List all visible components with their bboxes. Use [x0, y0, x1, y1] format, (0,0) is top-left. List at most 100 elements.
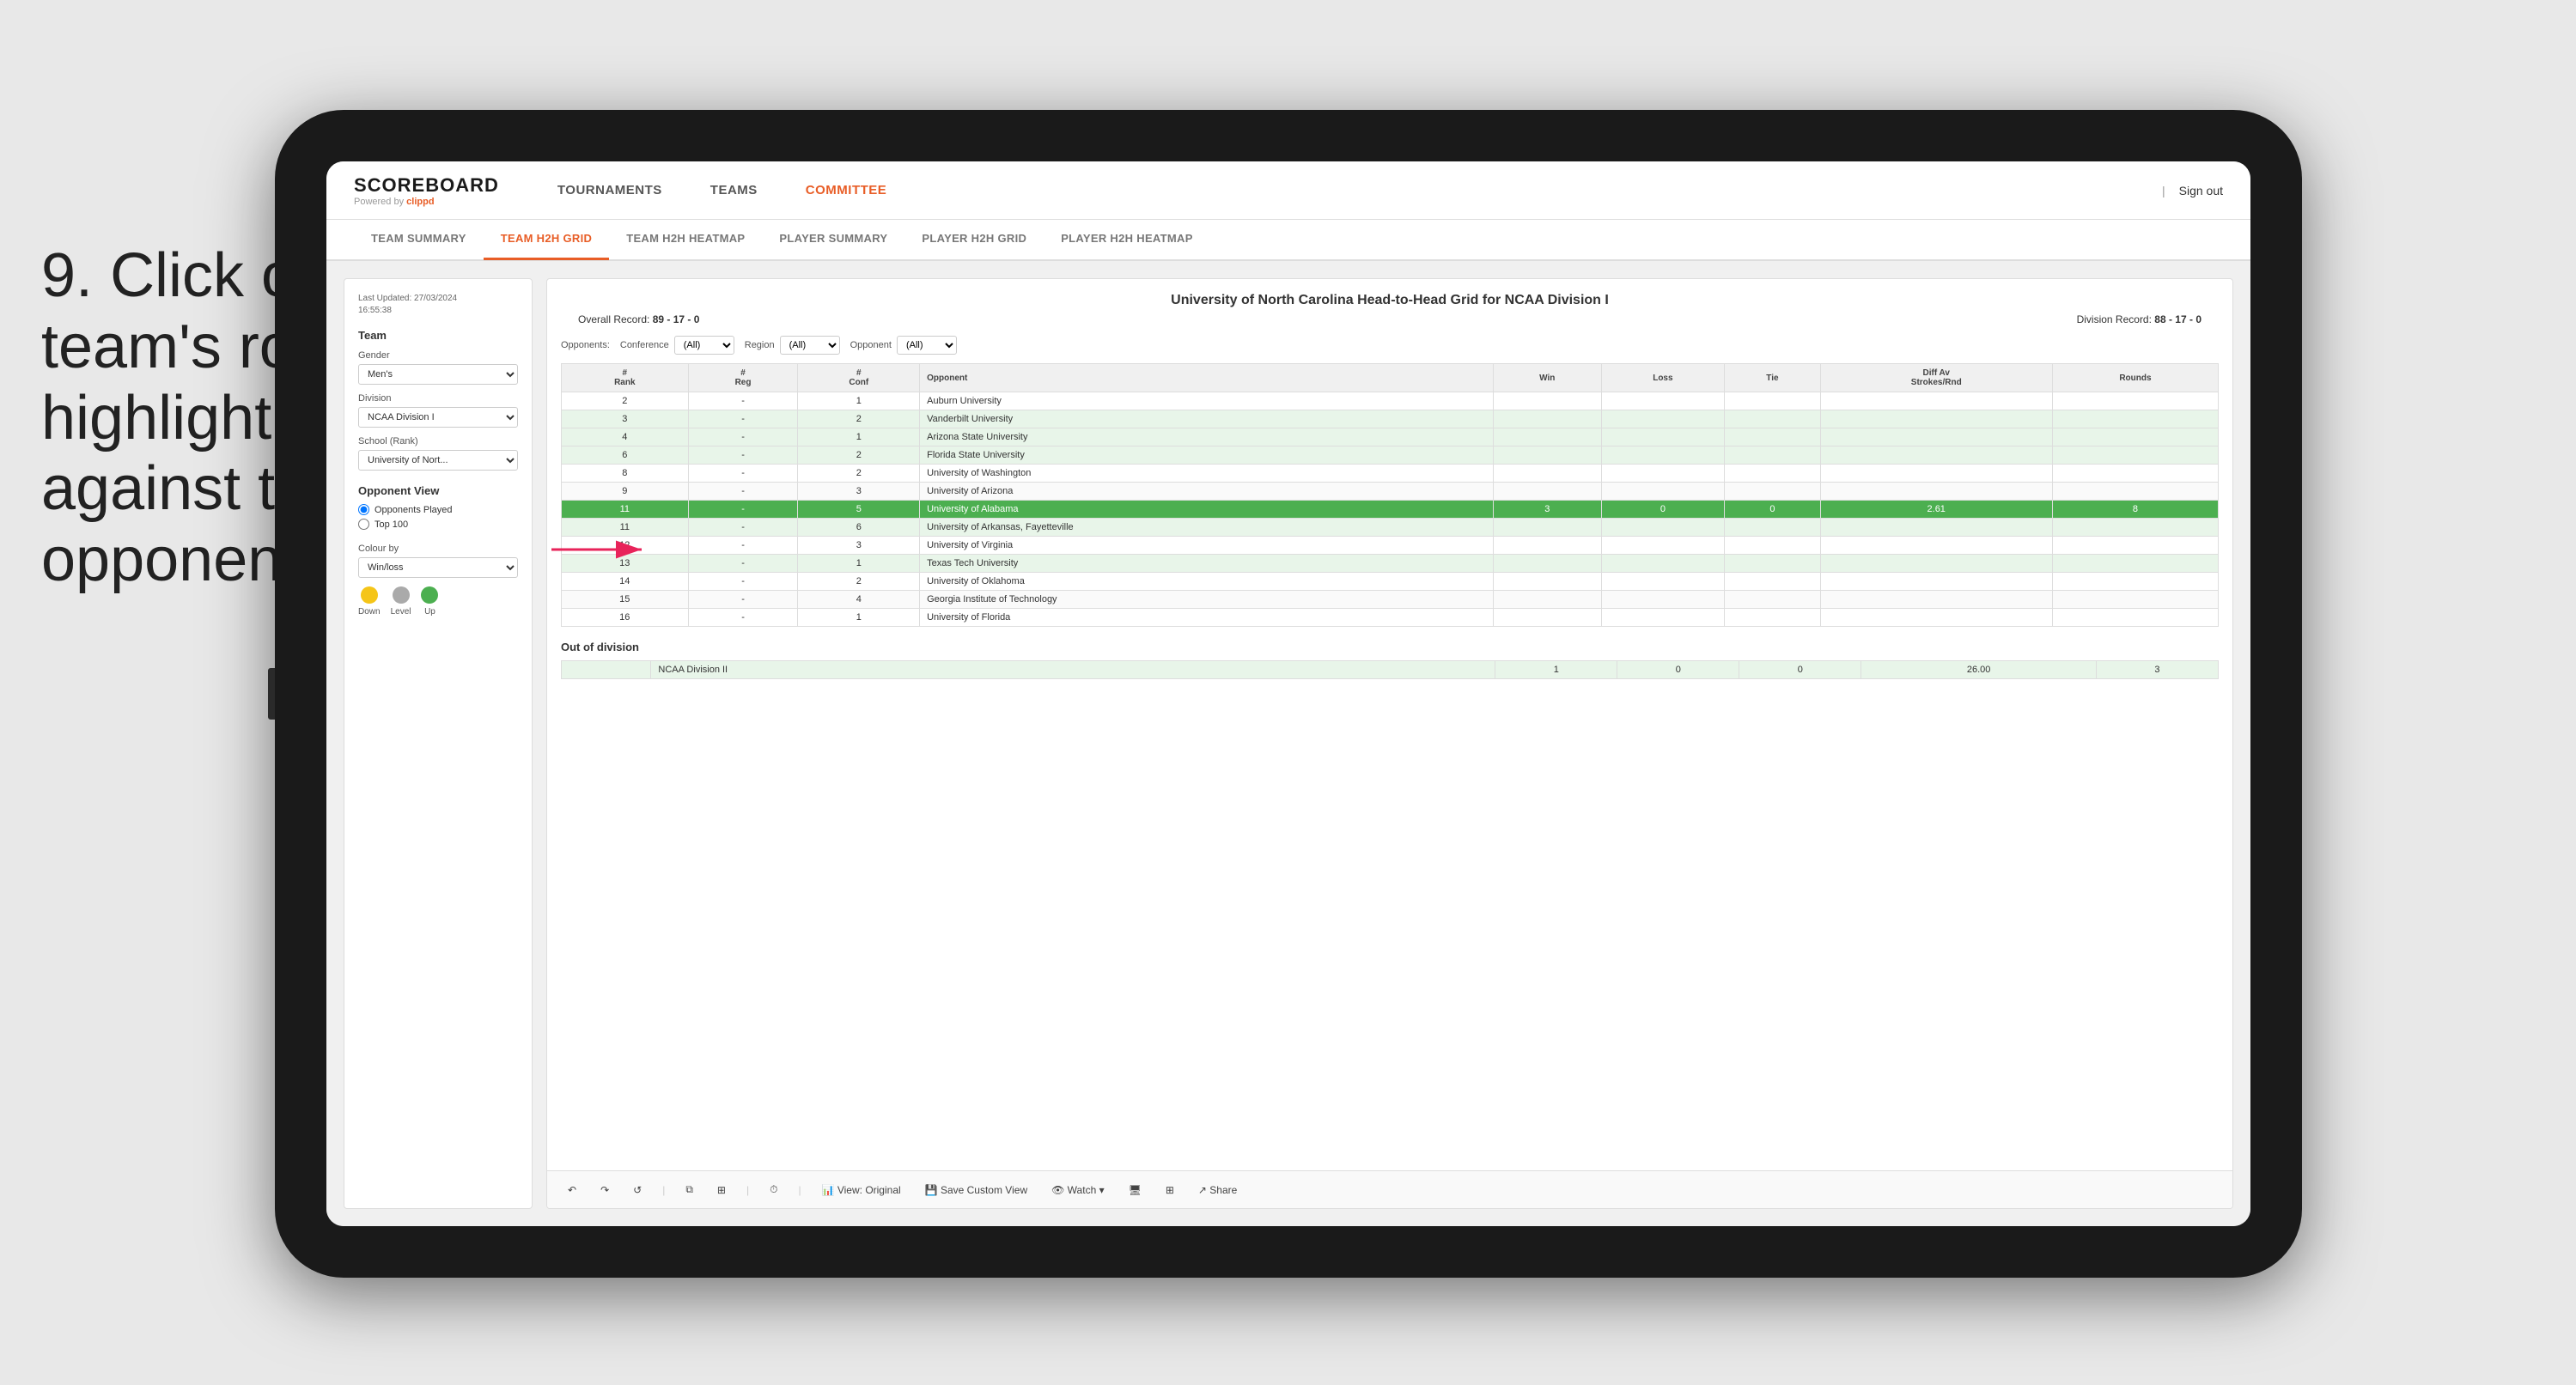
table-cell [2052, 483, 2218, 501]
table-row[interactable]: 11-6University of Arkansas, Fayetteville [562, 519, 2219, 537]
table-cell: 16 [562, 609, 689, 627]
copy-btn[interactable]: ⧉ [679, 1180, 700, 1200]
table-row[interactable]: 6-2Florida State University [562, 446, 2219, 465]
table-cell [2052, 410, 2218, 428]
opponents-played-radio[interactable] [358, 504, 369, 515]
watch-btn[interactable]: 👁 Watch ▾ [1044, 1181, 1111, 1200]
opponent-filter-label: Opponent [850, 340, 892, 350]
table-cell [1725, 609, 1820, 627]
table-row[interactable]: 16-1University of Florida [562, 609, 2219, 627]
conference-filter-select[interactable]: (All) [674, 336, 734, 355]
sub-nav-player-h2h-grid[interactable]: PLAYER H2H GRID [904, 219, 1044, 260]
table-cell [1601, 555, 1725, 573]
top100-option[interactable]: Top 100 [358, 519, 518, 530]
sub-nav-team-h2h-heatmap[interactable]: TEAM H2H HEATMAP [609, 219, 762, 260]
legend-level: Level [391, 586, 411, 617]
h2h-tbody: 2-1Auburn University3-2Vanderbilt Univer… [562, 392, 2219, 627]
tablet-frame: SCOREBOARD Powered by clippd TOURNAMENTS… [275, 110, 2302, 1278]
table-header-row: #Rank #Reg #Conf Opponent Win Loss Tie D… [562, 364, 2219, 392]
reset-btn[interactable]: ↺ [626, 1181, 649, 1200]
undo-btn[interactable]: ↶ [561, 1181, 583, 1200]
nav-tournaments[interactable]: TOURNAMENTS [533, 161, 686, 220]
filter-row: Opponents: Conference (All) Region (All) [561, 336, 2219, 355]
step-number: 9. [41, 241, 93, 310]
out-of-div-diff: 26.00 [1861, 661, 2097, 679]
table-row[interactable]: 4-1Arizona State University [562, 428, 2219, 446]
table-cell [1601, 519, 1725, 537]
table-cell [2052, 428, 2218, 446]
table-cell: 4 [798, 591, 920, 609]
sub-nav-player-summary[interactable]: PLAYER SUMMARY [762, 219, 904, 260]
table-cell [1601, 428, 1725, 446]
table-cell [1494, 483, 1602, 501]
records-row: Overall Record: 89 - 17 - 0 Division Rec… [561, 313, 2219, 325]
opponents-played-option[interactable]: Opponents Played [358, 504, 518, 515]
sub-nav-team-summary[interactable]: TEAM SUMMARY [354, 219, 484, 260]
table-cell: 3 [798, 537, 920, 555]
table-cell [1820, 537, 2052, 555]
table-row[interactable]: 8-2University of Washington [562, 465, 2219, 483]
clock-btn[interactable]: ⏱ [763, 1180, 784, 1200]
logo-scoreboard: SCOREBOARD [354, 174, 499, 197]
legend-up: Up [421, 586, 438, 617]
opponents-filter-group: Opponents: [561, 340, 610, 350]
table-cell [1601, 465, 1725, 483]
screen-btn[interactable]: 🖥 [1122, 1181, 1148, 1200]
table-row[interactable]: 15-4Georgia Institute of Technology [562, 591, 2219, 609]
overall-record: Overall Record: 89 - 17 - 0 [578, 313, 699, 325]
table-row[interactable]: 3-2Vanderbilt University [562, 410, 2219, 428]
col-diff: Diff AvStrokes/Rnd [1820, 364, 2052, 392]
nav-teams[interactable]: TEAMS [686, 161, 782, 220]
opponent-name-cell: Auburn University [920, 392, 1494, 410]
table-cell: 4 [562, 428, 689, 446]
table-row[interactable]: 14-2University of Oklahoma [562, 573, 2219, 591]
table-row[interactable]: 11-5University of Alabama3002.618 [562, 501, 2219, 519]
conference-filter-group: Conference (All) [620, 336, 734, 355]
gender-select[interactable]: Men's [358, 364, 518, 385]
out-of-div-loss: 0 [1617, 661, 1739, 679]
nav-committee[interactable]: COMMITTEE [782, 161, 911, 220]
redo-btn[interactable]: ↷ [594, 1181, 616, 1200]
table-cell: 14 [562, 573, 689, 591]
table-cell: 6 [562, 446, 689, 465]
opponent-name-cell: University of Virginia [920, 537, 1494, 555]
table-row[interactable]: 9-3University of Arizona [562, 483, 2219, 501]
table-cell [2052, 555, 2218, 573]
table-row[interactable]: 13-1Texas Tech University [562, 555, 2219, 573]
table-cell: 2 [798, 446, 920, 465]
tablet-screen: SCOREBOARD Powered by clippd TOURNAMENTS… [326, 161, 2250, 1226]
table-cell: 1 [798, 428, 920, 446]
top100-radio[interactable] [358, 519, 369, 530]
sign-out-link[interactable]: Sign out [2179, 184, 2223, 197]
table-cell: - [688, 428, 798, 446]
opponent-filter-select[interactable]: (All) [897, 336, 957, 355]
table-cell [1820, 446, 2052, 465]
school-select[interactable]: University of Nort... [358, 450, 518, 471]
table-cell [1820, 591, 2052, 609]
sub-nav-player-h2h-heatmap[interactable]: PLAYER H2H HEATMAP [1044, 219, 1209, 260]
view-original-btn[interactable]: 📊 View: Original [815, 1181, 908, 1200]
grid-btn[interactable]: ⊞ [1159, 1181, 1181, 1200]
colour-by-select[interactable]: Win/loss [358, 557, 518, 578]
table-cell: 3 [1494, 501, 1602, 519]
col-reg: #Reg [688, 364, 798, 392]
table-cell: 2 [798, 410, 920, 428]
division-select[interactable]: NCAA Division I [358, 407, 518, 428]
out-of-div-row[interactable]: NCAA Division II 1 0 0 26.00 3 [562, 661, 2219, 679]
paste-btn[interactable]: ⊞ [710, 1181, 733, 1200]
table-cell: 6 [798, 519, 920, 537]
colour-by-section: Colour by Win/loss Down Level [358, 544, 518, 617]
opponents-played-label: Opponents Played [375, 505, 453, 515]
logo-powered: Powered by clippd [354, 197, 499, 207]
logo-area: SCOREBOARD Powered by clippd [354, 174, 499, 207]
table-cell [1725, 483, 1820, 501]
grid-title: University of North Carolina Head-to-Hea… [561, 293, 2219, 308]
table-row[interactable]: 2-1Auburn University [562, 392, 2219, 410]
region-filter-select[interactable]: (All) [780, 336, 840, 355]
table-cell: 2 [562, 392, 689, 410]
save-custom-view-btn[interactable]: 💾 Save Custom View [918, 1181, 1034, 1200]
sub-nav-team-h2h-grid[interactable]: TEAM H2H GRID [484, 219, 609, 260]
table-row[interactable]: 12-3University of Virginia [562, 537, 2219, 555]
share-btn[interactable]: ↗ Share [1191, 1181, 1244, 1200]
overall-record-value: 89 - 17 - 0 [653, 313, 700, 325]
